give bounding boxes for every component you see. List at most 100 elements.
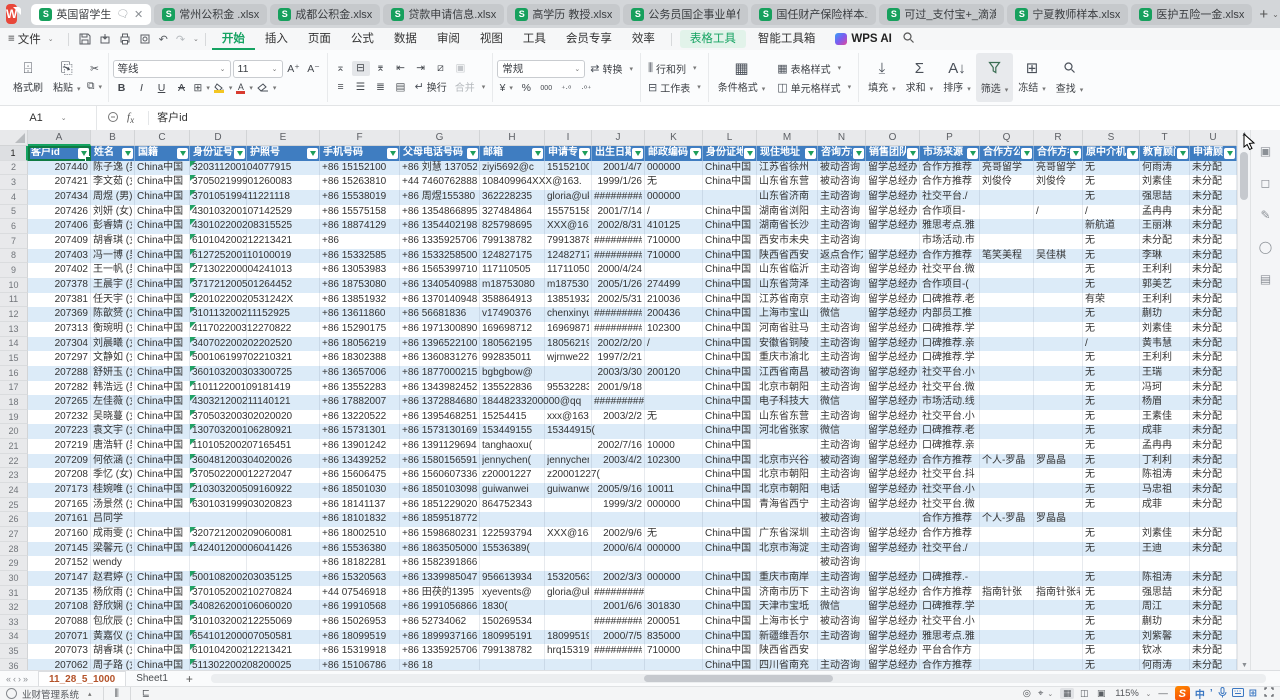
cell[interactable]: guiwanwei — [480, 483, 545, 498]
cell[interactable]: 舒妍玉 (女 — [91, 366, 135, 381]
cell[interactable]: 何雨涛 — [1140, 161, 1190, 176]
cell[interactable]: +86 1395468251 — [400, 410, 480, 425]
cell[interactable]: 指南针张 — [980, 586, 1034, 601]
cell[interactable] — [545, 439, 592, 454]
page-layout-view-icon[interactable]: ◫ — [1077, 688, 1091, 699]
cell[interactable]: 留学总经办 — [866, 600, 920, 615]
row-header-28[interactable]: 28 — [0, 542, 28, 557]
column-header-L[interactable]: L — [703, 130, 757, 146]
cell[interactable]: China中国 — [703, 219, 757, 234]
cell[interactable]: 32010220020531242X — [190, 293, 247, 308]
filter-dropdown-button[interactable] — [805, 148, 816, 159]
cell[interactable]: 370502200012272047 — [190, 468, 247, 483]
cell[interactable]: +86 15320563 — [320, 571, 400, 586]
cell[interactable]: 630103199903020823 — [190, 498, 247, 513]
cell[interactable] — [1034, 278, 1083, 293]
cell[interactable]: 无 — [1083, 586, 1140, 601]
header-cell[interactable]: 申请顾问 — [1190, 146, 1237, 161]
cell[interactable] — [1034, 263, 1083, 278]
cell[interactable]: +86 15026953 — [320, 615, 400, 630]
cell[interactable]: 142401200006041426 — [190, 542, 247, 557]
cell[interactable]: China中国 — [703, 615, 757, 630]
cell[interactable] — [920, 556, 980, 571]
wps-ai-label[interactable]: WPS AI — [851, 33, 891, 45]
cell[interactable]: 799138782 — [480, 644, 545, 659]
tab-工具[interactable]: 工具 — [513, 28, 556, 50]
row-header-19[interactable]: 19 — [0, 410, 28, 425]
filter-dropdown-button[interactable] — [1070, 148, 1081, 159]
cell[interactable]: 124827175 — [545, 249, 592, 264]
cell[interactable] — [545, 498, 592, 513]
cell[interactable] — [1034, 395, 1083, 410]
cell[interactable]: 155751586 — [545, 205, 592, 220]
cell[interactable]: 钦冰 — [1140, 644, 1190, 659]
cell[interactable]: 平台合作方 — [920, 644, 980, 659]
header-cell[interactable]: 合作方名 — [1034, 146, 1083, 161]
cell[interactable]: 周江 — [1140, 600, 1190, 615]
cell[interactable]: 122593794 — [480, 527, 545, 542]
cell[interactable]: 罗晶晶 — [1034, 454, 1083, 469]
sum-button[interactable]: Σ 求和▾ — [901, 53, 939, 102]
cell[interactable]: +86 1560607336 — [400, 468, 480, 483]
column-header-U[interactable]: U — [1190, 130, 1237, 146]
cell[interactable]: 210303200509160922 — [190, 483, 247, 498]
row-header-10[interactable]: 10 — [0, 278, 28, 293]
cell[interactable]: 留学总经办 — [866, 498, 920, 513]
cell[interactable]: 2000/6/4 — [592, 542, 645, 557]
cell[interactable]: China中国 — [135, 630, 190, 645]
cell[interactable]: 无 — [1083, 366, 1140, 381]
cell[interactable]: 主动咨询 — [818, 542, 866, 557]
cell[interactable]: 口碑推荐.老 — [920, 293, 980, 308]
cell[interactable]: 口碑推荐.- — [920, 571, 980, 586]
cell[interactable]: China中国 — [135, 161, 190, 176]
cell[interactable]: v17490376 — [480, 307, 545, 322]
file-tab[interactable]: S公务员国企事业单位 — [623, 4, 748, 25]
sheet-tab-active[interactable]: 11_28_5_1000 — [38, 671, 126, 687]
cell[interactable] — [592, 659, 645, 670]
cell[interactable]: +86 15106786 — [320, 659, 400, 670]
cell[interactable]: 835000 — [645, 630, 703, 645]
cell[interactable]: 207152 — [28, 556, 91, 571]
cell[interactable]: +86 1859518772 — [400, 512, 480, 527]
cell[interactable]: +86 13220522 — [320, 410, 400, 425]
cell[interactable]: China中国 — [703, 381, 757, 396]
cell[interactable]: 留学总经办 — [866, 293, 920, 308]
cell[interactable]: 无 — [1083, 161, 1140, 176]
filter-dropdown-button[interactable] — [744, 148, 755, 159]
cell[interactable]: 留学总经办 — [866, 571, 920, 586]
cell[interactable]: +86 1565399710 — [400, 263, 480, 278]
cell[interactable] — [545, 542, 592, 557]
filter-dropdown-button[interactable] — [690, 148, 701, 159]
cell[interactable]: 500106199702210321 — [190, 351, 247, 366]
file-menu[interactable]: ≡ 文件 ⌄ — [8, 31, 54, 47]
cell[interactable]: m1875308 — [545, 278, 592, 293]
column-header-T[interactable]: T — [1140, 130, 1190, 146]
cell[interactable] — [980, 337, 1034, 352]
filter-dropdown-button[interactable] — [122, 148, 133, 159]
cell[interactable]: China中国 — [703, 498, 757, 513]
cell[interactable]: 成菲 — [1140, 424, 1190, 439]
cell[interactable]: 主动咨询 — [818, 293, 866, 308]
cell[interactable]: 社交平台.微 — [920, 498, 980, 513]
cell[interactable]: China中国 — [135, 219, 190, 234]
row-header-17[interactable]: 17 — [0, 381, 28, 396]
cell[interactable]: 无 — [1083, 615, 1140, 630]
header-cell[interactable]: 申请专用 — [545, 146, 592, 161]
cell[interactable]: +86 13901242 — [320, 439, 400, 454]
cell[interactable]: 301830 — [645, 600, 703, 615]
cell[interactable] — [1083, 512, 1140, 527]
row-header-25[interactable]: 25 — [0, 498, 28, 513]
cell[interactable]: +86 1372884680 — [400, 395, 480, 410]
cell[interactable]: 指南针张老 — [1034, 586, 1083, 601]
merge-cells-button[interactable]: 合并▾ — [452, 79, 489, 95]
cell[interactable] — [1034, 351, 1083, 366]
cell[interactable]: 95532283( — [545, 381, 592, 396]
cell[interactable]: 蒯玏 — [1140, 615, 1190, 630]
file-tab[interactable]: S高学历 教授.xlsx — [507, 4, 620, 25]
cell[interactable]: 180562195 — [480, 337, 545, 352]
cell[interactable]: 主动咨询 — [818, 571, 866, 586]
increase-font-icon[interactable]: A⁺ — [285, 61, 303, 76]
cell[interactable]: 无 — [1083, 278, 1140, 293]
cell[interactable]: 济南市历下 — [757, 586, 818, 601]
cell[interactable]: 韩浩远 (男 — [91, 381, 135, 396]
